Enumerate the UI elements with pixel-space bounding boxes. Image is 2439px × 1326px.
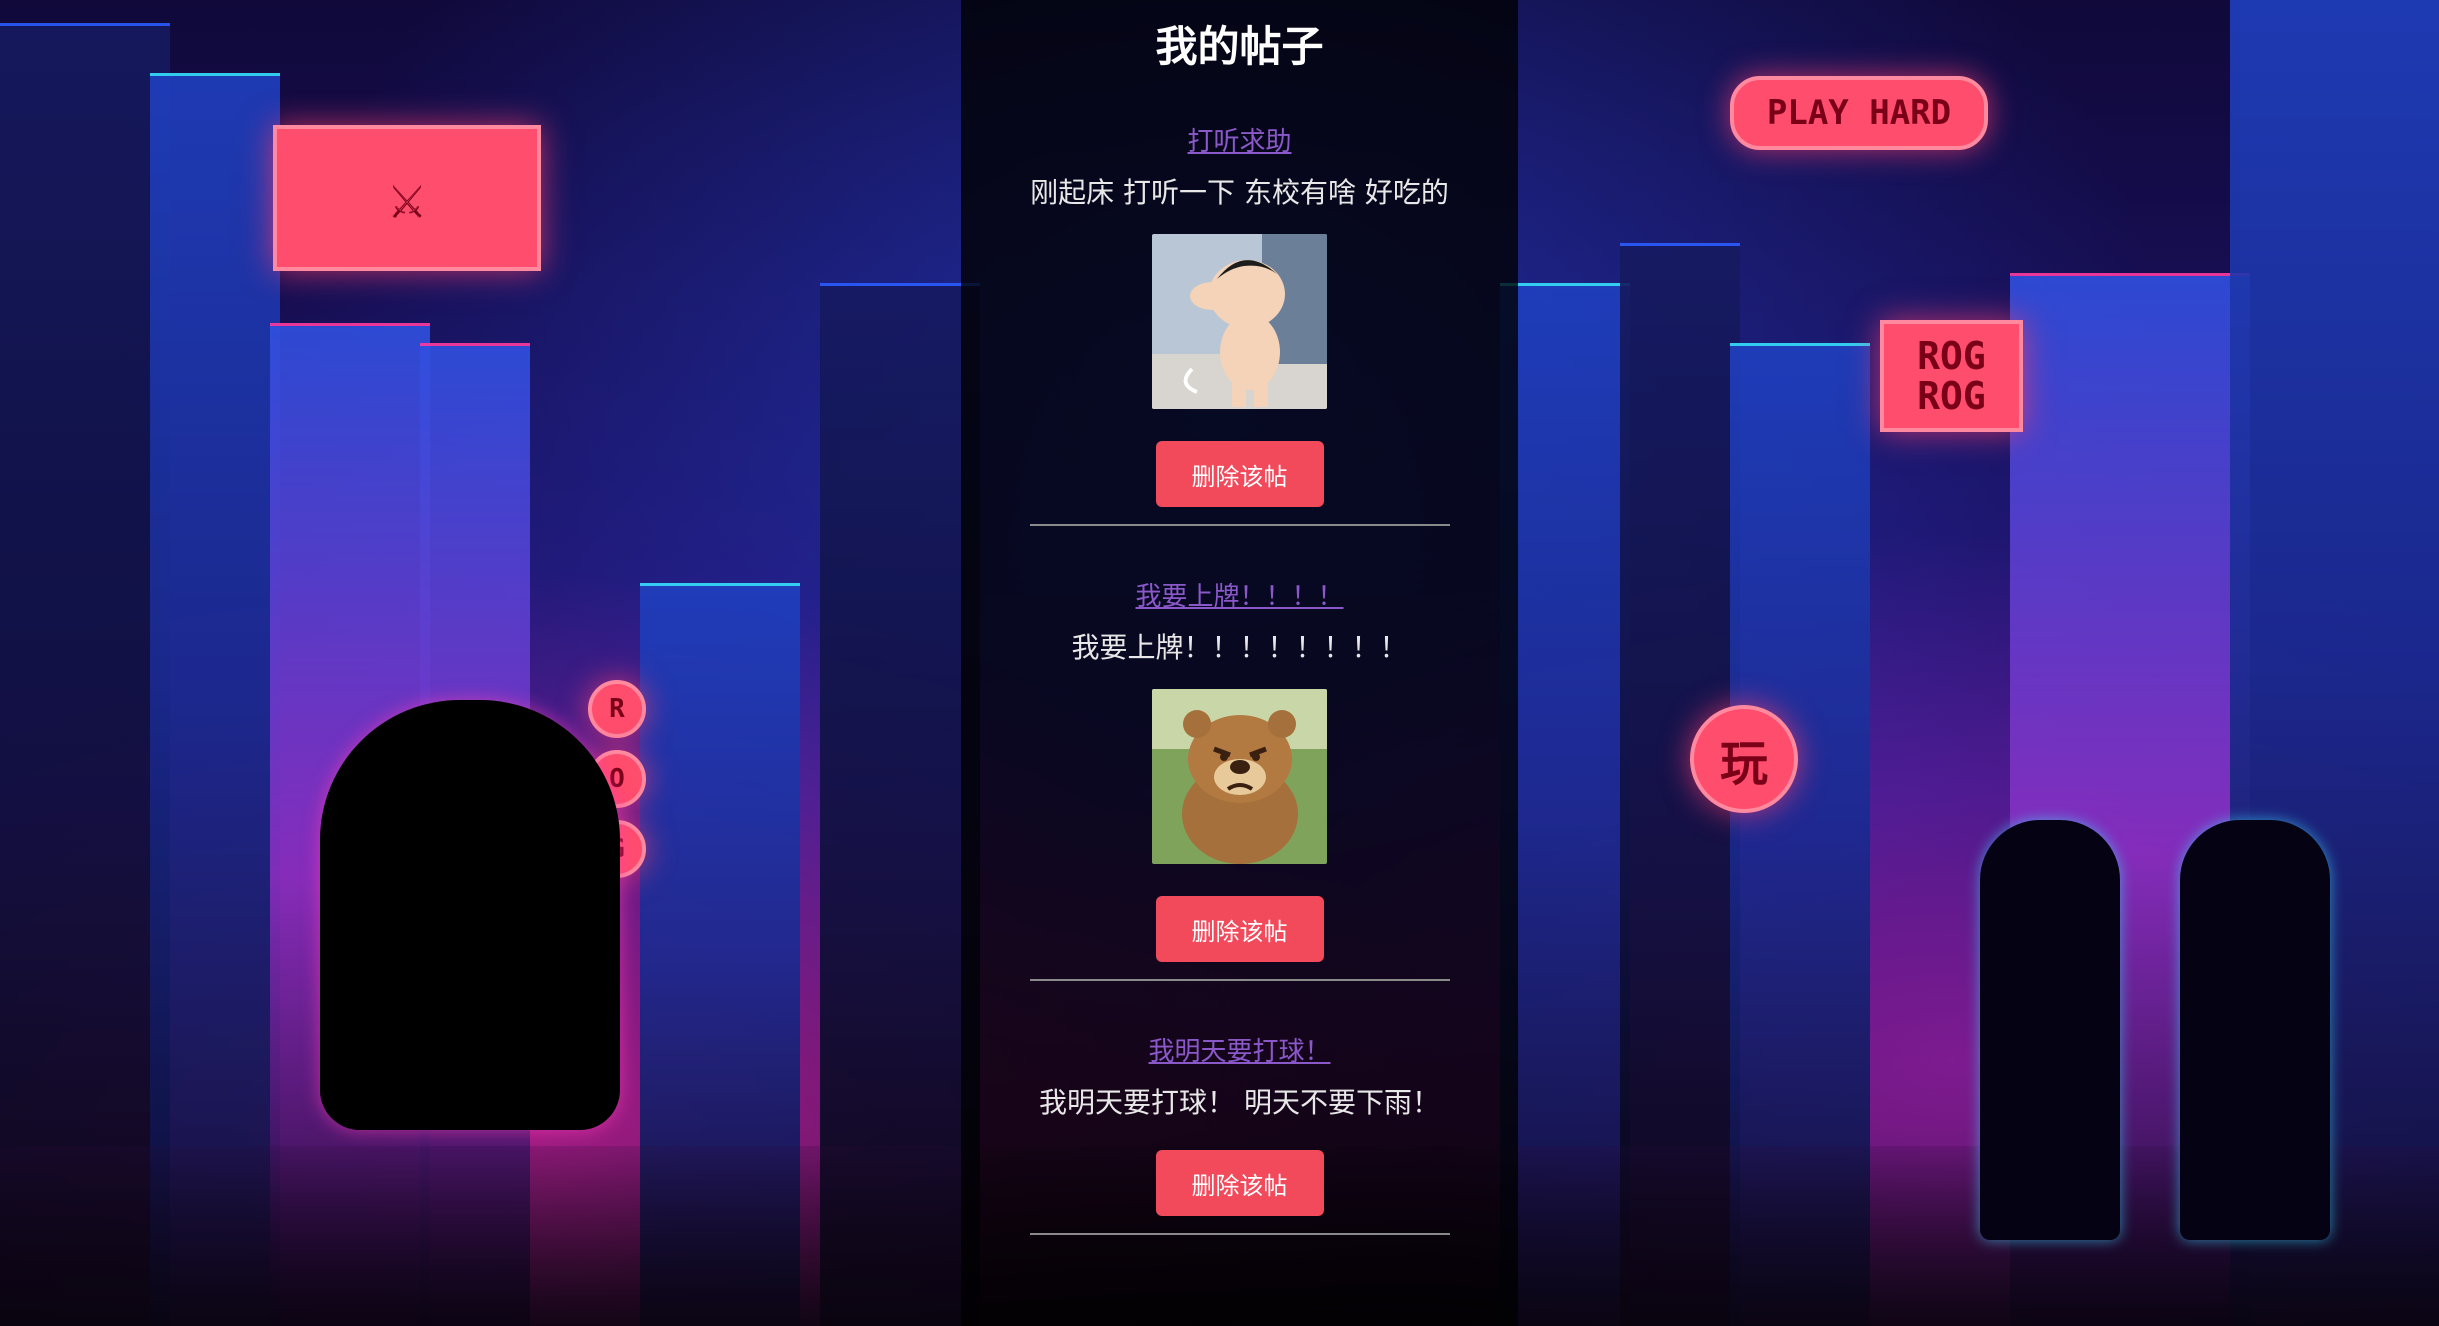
cartoon-boy-illustration (1152, 234, 1327, 409)
post-body: 我要上牌！！！！！！！！ (1071, 631, 1408, 664)
post-item: 我要上牌！！！！ 我要上牌！！！！！！！！ 删除该帖 (1029, 580, 1450, 981)
play-hard-sign: PLAY HARD (1730, 76, 1988, 150)
delete-post-button[interactable]: 删除该帖 (1155, 1150, 1324, 1216)
cartoon-bear-illustration (1152, 689, 1327, 864)
post-item: 我明天要打球！ 我明天要打球！ 明天不要下雨！ 删除该帖 (1029, 1035, 1450, 1235)
vertical-sign-letter: R (588, 680, 646, 738)
rog-sign-line-2: ROG (1917, 374, 1986, 418)
standing-figure-silhouette (1980, 820, 2120, 1240)
page-title: 我的帖子 (1155, 22, 1324, 71)
building (0, 23, 170, 1326)
rog-sign: ROG ROG (1880, 320, 2023, 432)
delete-post-button[interactable]: 删除该帖 (1155, 896, 1324, 962)
cartoon-boy-image (1152, 234, 1327, 409)
post-item: 打听求助 刚起床 打听一下 东校有啥 好吃的 删除该帖 (1029, 125, 1450, 526)
rog-sign-line-1: ROG (1917, 334, 1986, 378)
rog-logo-sign: ⚔ (273, 125, 541, 271)
post-title-link[interactable]: 我明天要打球！ (1030, 1035, 1450, 1069)
post-body: 刚起床 打听一下 东校有啥 好吃的 (1030, 176, 1449, 209)
building (150, 73, 280, 1326)
delete-post-button[interactable]: 删除该帖 (1155, 441, 1324, 507)
standing-figure-silhouette (2180, 820, 2330, 1240)
post-title-link[interactable]: 打听求助 (1030, 125, 1450, 159)
post-body: 我明天要打球！ 明天不要下雨！ (1039, 1086, 1440, 1119)
wan-sign: 玩 (1690, 705, 1798, 813)
cartoon-bear-image (1152, 689, 1327, 864)
sitting-figure-silhouette (320, 700, 620, 1130)
post-title-link[interactable]: 我要上牌！！！！ (1030, 580, 1450, 614)
posts-content: 我的帖子 打听求助 刚起床 打听一下 东校有啥 好吃的 删除该帖 我要上牌！！！… (961, 0, 1518, 1235)
